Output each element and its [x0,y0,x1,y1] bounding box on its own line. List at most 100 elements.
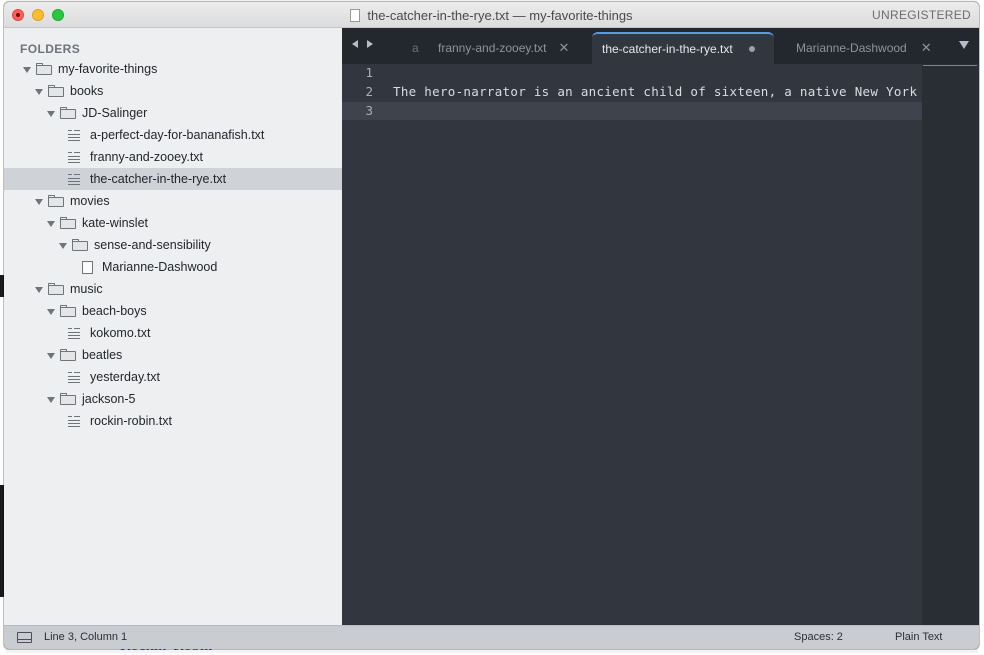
folders-heading: FOLDERS [20,42,81,56]
line-number: 3 [365,103,373,118]
folder-open-icon [48,195,64,207]
folder-open-icon [36,63,52,75]
tree-file[interactable]: Marianne-Dashwood [4,256,342,278]
folder-open-icon [60,305,76,317]
tab-navigation [352,38,374,50]
tree-item-label: kokomo.txt [90,326,151,340]
tree-folder[interactable]: movies [4,190,342,212]
tab-partial-label: a [412,41,419,55]
document-icon [350,9,361,22]
tab-right-arrow-icon[interactable] [366,38,374,50]
line-number: 1 [365,65,373,80]
tab-label: Marianne-Dashwood [796,41,907,55]
line-number: 2 [365,84,373,99]
window-title-area: the-catcher-in-the-rye.txt — my-favorite… [4,2,979,28]
tab-label: franny-and-zooey.txt [438,41,547,55]
text-file-icon [68,129,82,141]
editor-window: the-catcher-in-the-rye.txt — my-favorite… [4,2,979,649]
sidebar: FOLDERS my-favorite-things books JD-Saling… [4,28,342,625]
disclosure-triangle-icon[interactable] [46,350,56,360]
tree-folder[interactable]: beach-boys [4,300,342,322]
panel-toggle-icon[interactable] [17,632,32,643]
tree-item-label: Marianne-Dashwood [102,260,218,274]
close-tab-icon[interactable]: ✕ [559,40,570,56]
tree-item-label: the-catcher-in-the-rye.txt [90,172,227,186]
tree-file[interactable]: a-perfect-day-for-bananafish.txt [4,124,342,146]
tree-file[interactable]: kokomo.txt [4,322,342,344]
tree-folder[interactable]: jackson-5 [4,388,342,410]
tree-folder[interactable]: kate-winslet [4,212,342,234]
tree-file[interactable]: rockin-robin.txt [4,410,342,432]
tree-item-label: a-perfect-day-for-bananafish.txt [90,128,265,142]
tree-file[interactable]: the-catcher-in-the-rye.txt [4,168,342,190]
minimap-line [923,65,977,66]
disclosure-triangle-icon[interactable] [34,284,44,294]
tree-item-label: beach-boys [82,304,147,318]
tab-franny-and-zooey[interactable]: franny-and-zooey.txt ✕ [420,32,600,64]
tree-file[interactable]: franny-and-zooey.txt [4,146,342,168]
disclosure-triangle-icon[interactable] [34,86,44,96]
tree-file[interactable]: yesterday.txt [4,366,342,388]
text-file-icon [68,371,82,383]
folder-open-icon [48,283,64,295]
disclosure-triangle-icon[interactable] [34,196,44,206]
cursor-position[interactable]: Line 3, Column 1 [44,631,127,643]
disclosure-triangle-icon[interactable] [46,394,56,404]
folder-open-icon [72,239,88,251]
tab-marianne-dashwood[interactable]: Marianne-Dashwood ✕ [782,32,947,64]
file-icon [82,260,93,274]
tree-item-label: kate-winslet [82,216,148,230]
text-file-icon [68,173,82,185]
disclosure-triangle-icon[interactable] [22,64,32,74]
tree-item-label: music [70,282,103,296]
minimap[interactable] [922,64,979,625]
syntax-selector[interactable]: Plain Text [895,631,943,643]
tree-item-label: books [70,84,104,98]
line-text[interactable]: The hero-narrator is an ancient child of… [393,83,917,101]
tree-item-label: JD-Salinger [82,106,148,120]
tab-left-arrow-icon[interactable] [352,38,360,50]
window-title: the-catcher-in-the-rye.txt — my-favorite… [367,7,633,23]
close-tab-icon[interactable]: ✕ [921,40,932,56]
tree-item-label: my-favorite-things [58,62,158,76]
disclosure-triangle-icon[interactable] [46,108,56,118]
tree-folder[interactable]: sense-and-sensibility [4,234,342,256]
tree-folder[interactable]: beatles [4,344,342,366]
editor-line[interactable]: 3 [342,102,922,120]
folder-open-icon [60,393,76,405]
folder-tree: my-favorite-things books JD-Salinger a-perf… [4,58,342,432]
folder-open-icon [48,85,64,97]
tree-item-label: yesterday.txt [90,370,160,384]
tab-bar: a franny-and-zooey.txt ✕ the-catcher-in-… [342,28,979,64]
disclosure-triangle-icon[interactable] [46,306,56,316]
tab-label: the-catcher-in-the-rye.txt [602,42,733,56]
license-status: UNREGISTERED [872,8,971,22]
tree-item-label: jackson-5 [82,392,136,406]
tab-the-catcher-in-the-rye[interactable]: the-catcher-in-the-rye.txt [592,32,774,64]
text-file-icon [68,415,82,427]
tree-item-label: beatles [82,348,123,362]
title-bar[interactable]: the-catcher-in-the-rye.txt — my-favorite… [4,2,979,28]
editor-line[interactable]: 1 [342,64,922,82]
indentation-setting[interactable]: Spaces: 2 [794,631,843,643]
tree-item-label: sense-and-sensibility [94,238,211,252]
text-file-icon [68,327,82,339]
editor-line[interactable]: 2 The hero-narrator is an ancient child o… [342,83,922,101]
unsaved-dot-icon[interactable] [748,46,755,52]
tree-item-label: franny-and-zooey.txt [90,150,204,164]
tree-folder[interactable]: books [4,80,342,102]
folder-open-icon [60,349,76,361]
tree-folder[interactable]: my-favorite-things [4,58,342,80]
tree-item-label: movies [70,194,110,208]
tree-folder[interactable]: JD-Salinger [4,102,342,124]
text-editor[interactable]: 1 2 The hero-narrator is an ancient child … [342,64,922,625]
disclosure-triangle-icon[interactable] [58,240,68,250]
text-file-icon [68,151,82,163]
tree-folder[interactable]: music [4,278,342,300]
folder-open-icon [60,217,76,229]
tab-overflow-chevron-down-icon[interactable] [959,41,969,49]
tree-item-label: rockin-robin.txt [90,414,172,428]
disclosure-triangle-icon[interactable] [46,218,56,228]
status-bar: Line 3, Column 1 Spaces: 2 Plain Text [4,625,979,649]
folder-open-icon [60,107,76,119]
